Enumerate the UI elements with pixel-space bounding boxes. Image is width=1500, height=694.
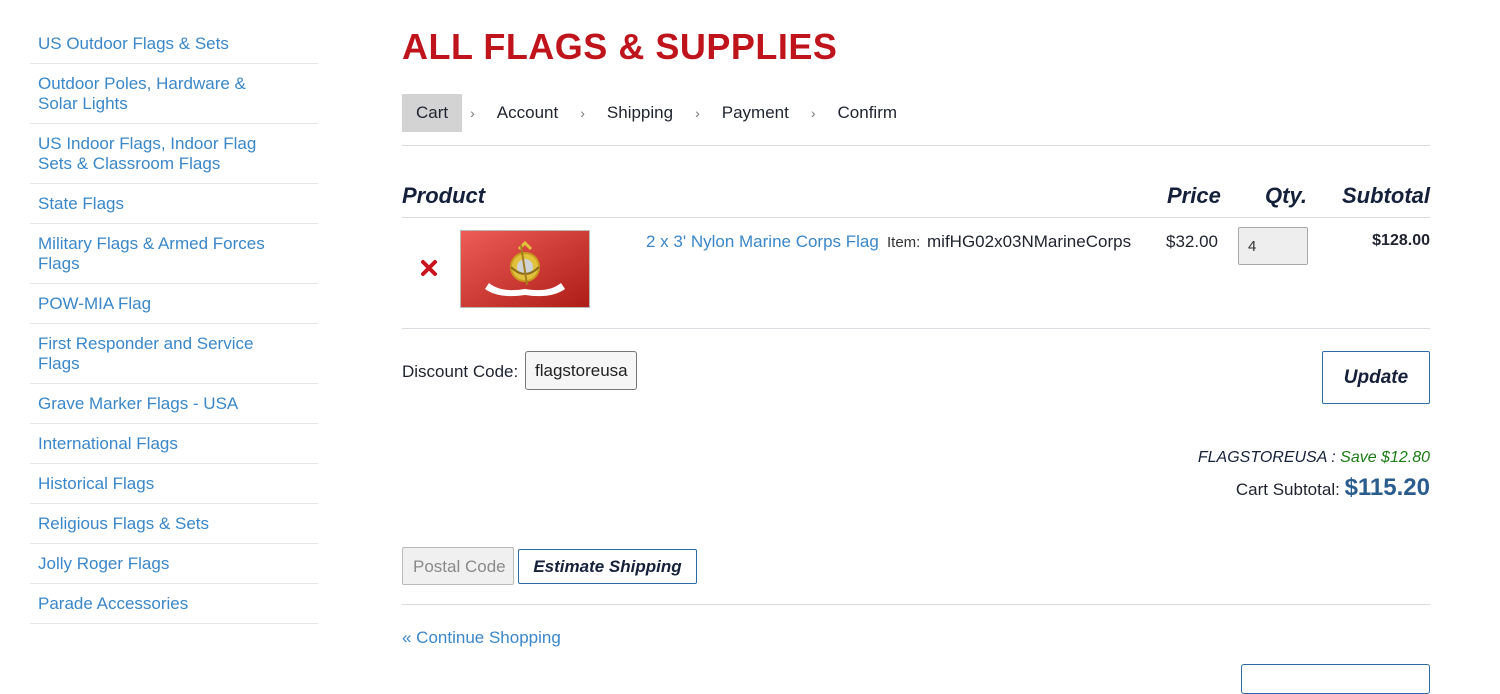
sidebar-item-label: Historical Flags xyxy=(38,474,155,493)
checkout-button[interactable] xyxy=(1241,664,1430,694)
sidebar-item-first-responder-flags[interactable]: First Responder and Service Flags xyxy=(30,324,318,384)
sidebar-item-label: Military Flags & Armed Forces Flags xyxy=(38,234,265,273)
column-header-qty: Qty. xyxy=(1265,183,1307,208)
sidebar-item-label: Religious Flags & Sets xyxy=(38,514,210,533)
column-header-subtotal: Subtotal xyxy=(1342,183,1430,208)
discount-code-label: Discount Code: xyxy=(402,362,519,381)
cart-subtotal: Cart Subtotal: $115.20 xyxy=(1236,474,1430,502)
sidebar-item-pow-mia-flag[interactable]: POW-MIA Flag xyxy=(30,284,318,324)
quantity-input[interactable]: 4 xyxy=(1238,227,1308,265)
sidebar-item-label: Outdoor Poles, Hardware & Solar Lights xyxy=(38,74,246,113)
page-title: ALL FLAGS & SUPPLIES xyxy=(402,26,838,67)
sidebar-item-jolly-roger-flags[interactable]: Jolly Roger Flags xyxy=(30,544,318,584)
step-confirm[interactable]: Confirm xyxy=(824,94,912,132)
sidebar-item-label: Jolly Roger Flags xyxy=(38,554,170,573)
category-sidebar: US Outdoor Flags & Sets Outdoor Poles, H… xyxy=(30,24,318,624)
sidebar-item-international-flags[interactable]: International Flags xyxy=(30,424,318,464)
cart-subtotal-amount: $115.20 xyxy=(1344,474,1430,501)
step-separator-icon: › xyxy=(470,105,475,121)
sidebar-item-label: International Flags xyxy=(38,434,178,453)
column-header-product: Product xyxy=(402,183,486,208)
divider xyxy=(402,145,1430,146)
savings-separator: : xyxy=(1326,449,1341,466)
sidebar-item-parade-accessories[interactable]: Parade Accessories xyxy=(30,584,318,624)
marine-corps-flag-image[interactable] xyxy=(460,230,590,308)
discount-code-name: FLAGSTOREUSA xyxy=(1197,449,1327,466)
step-separator-icon: › xyxy=(580,105,585,121)
sidebar-item-grave-marker-flags[interactable]: Grave Marker Flags - USA xyxy=(30,384,318,424)
sidebar-item-label: US Outdoor Flags & Sets xyxy=(38,34,229,53)
sidebar-item-label: Parade Accessories xyxy=(38,594,189,613)
sidebar-item-label: First Responder and Service Flags xyxy=(38,334,254,373)
sidebar-item-state-flags[interactable]: State Flags xyxy=(30,184,318,224)
sidebar-item-us-indoor-flags[interactable]: US Indoor Flags, Indoor Flag Sets & Clas… xyxy=(30,124,318,184)
remove-item-icon[interactable] xyxy=(418,257,440,279)
sidebar-item-label: Grave Marker Flags - USA xyxy=(38,394,239,413)
step-account[interactable]: Account xyxy=(483,94,572,132)
sidebar-item-religious-flags[interactable]: Religious Flags & Sets xyxy=(30,504,318,544)
item-sku: mifHG02x03NMarineCorps xyxy=(927,232,1132,251)
postal-code-input[interactable]: Postal Code xyxy=(402,547,514,585)
column-header-price: Price xyxy=(1167,183,1221,208)
sidebar-item-label: POW-MIA Flag xyxy=(38,294,152,313)
step-cart[interactable]: Cart xyxy=(402,94,463,132)
step-payment[interactable]: Payment xyxy=(708,94,803,132)
sidebar-item-us-outdoor-flags[interactable]: US Outdoor Flags & Sets xyxy=(30,24,318,64)
item-subtotal: $128.00 xyxy=(1372,232,1430,249)
product-name-link[interactable]: 2 x 3' Nylon Marine Corps Flag xyxy=(646,232,879,252)
step-shipping[interactable]: Shipping xyxy=(593,94,687,132)
savings-amount: Save $12.80 xyxy=(1340,449,1430,466)
checkout-steps: Cart › Account › Shipping › Payment › Co… xyxy=(402,94,911,132)
step-separator-icon: › xyxy=(810,105,816,121)
estimate-shipping-button[interactable]: Estimate Shipping xyxy=(518,549,697,584)
sidebar-item-label: State Flags xyxy=(38,194,124,213)
sidebar-item-label: US Indoor Flags, Indoor Flag Sets & Clas… xyxy=(38,134,257,173)
divider xyxy=(402,217,1430,218)
divider xyxy=(402,604,1430,605)
cart-subtotal-label: Cart Subtotal: xyxy=(1235,480,1340,499)
sidebar-item-historical-flags[interactable]: Historical Flags xyxy=(30,464,318,504)
sidebar-item-outdoor-poles[interactable]: Outdoor Poles, Hardware & Solar Lights xyxy=(30,64,318,124)
step-separator-icon: › xyxy=(695,105,700,121)
discount-code-input[interactable]: flagstoreusa xyxy=(525,351,637,390)
item-label: Item: xyxy=(887,234,921,251)
update-button[interactable]: Update xyxy=(1322,351,1430,404)
item-price: $32.00 xyxy=(1166,232,1218,251)
divider xyxy=(402,328,1430,329)
sidebar-item-military-flags[interactable]: Military Flags & Armed Forces Flags xyxy=(30,224,318,284)
continue-shopping-link[interactable]: « Continue Shopping xyxy=(402,628,561,648)
discount-savings: FLAGSTOREUSA : Save $12.80 xyxy=(1198,449,1430,467)
